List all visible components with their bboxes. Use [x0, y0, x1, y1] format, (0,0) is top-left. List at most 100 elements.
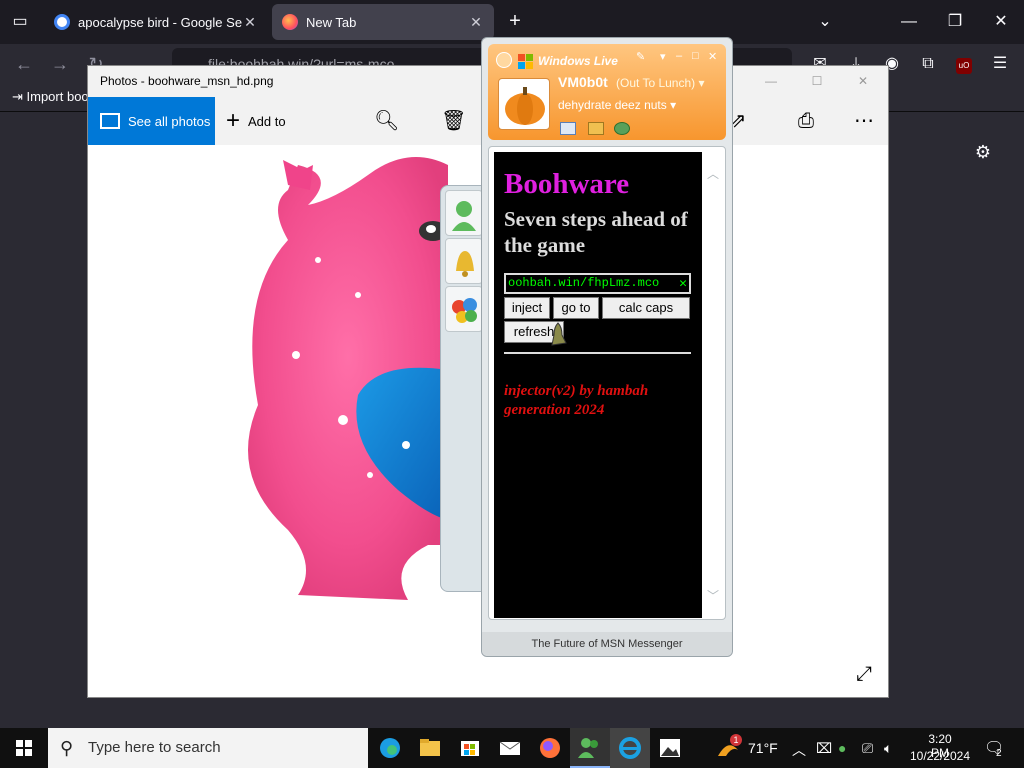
paint-icon[interactable]: ✎: [636, 50, 645, 63]
close-window-icon[interactable]: ✕: [986, 8, 1016, 36]
volume-icon[interactable]: 🔈︎: [884, 740, 892, 757]
scroll-down-icon[interactable]: ﹀: [707, 587, 719, 604]
msn-maximize-icon[interactable]: □: [692, 50, 699, 62]
contact-person-icon: [452, 201, 476, 231]
zoom-in-icon[interactable]: 🔍︎: [374, 109, 399, 133]
email-icon[interactable]: [560, 122, 576, 135]
bell-icon: [456, 251, 474, 277]
tab-new-tab[interactable]: New Tab ✕: [272, 4, 494, 40]
minimize-icon[interactable]: —: [894, 8, 924, 36]
import-bookmarks-link[interactable]: ⇥ Import boo: [12, 89, 89, 105]
scroll-up-icon[interactable]: ︿: [707, 165, 719, 182]
weather-badge: 1: [730, 734, 742, 746]
msn-tray-icon[interactable]: ●: [838, 740, 846, 756]
tab-list-icon[interactable]: ▭: [8, 10, 32, 34]
folder-icon[interactable]: [588, 122, 604, 135]
taskbar-search[interactable]: ⚲ Type here to search: [48, 728, 368, 768]
mail-taskbar-icon[interactable]: [490, 728, 530, 768]
clock-date[interactable]: 10/22/2024: [908, 749, 972, 763]
clear-icon[interactable]: ✕: [679, 275, 687, 292]
network-icon[interactable]: ⎚: [862, 740, 873, 757]
tab-close-icon[interactable]: ✕: [242, 14, 258, 31]
google-favicon-icon: [54, 14, 70, 30]
msn-footer: The Future of MSN Messenger: [482, 632, 732, 656]
tab-title: New Tab: [306, 14, 357, 30]
search-placeholder: Type here to search: [88, 739, 221, 756]
restore-icon[interactable]: ❐: [940, 8, 970, 36]
status-label: (Out To Lunch): [616, 76, 696, 90]
msn-options-icon[interactable]: ▾: [660, 50, 666, 63]
photo-gallery-icon: [100, 113, 120, 129]
see-all-label: See all photos: [128, 113, 211, 129]
ublock-icon[interactable]: uO: [952, 52, 976, 76]
delete-icon[interactable]: 🗑︎: [441, 109, 466, 133]
msn-menu-icon[interactable]: [496, 52, 512, 68]
back-arrow-icon[interactable]: ←: [12, 52, 36, 76]
forward-arrow-icon[interactable]: →: [48, 52, 72, 76]
calc-caps-button[interactable]: calc caps: [602, 297, 690, 319]
butterfly-icon: [452, 298, 477, 323]
personal-message-label: dehydrate deez nuts: [558, 98, 667, 112]
photos-maximize-icon[interactable]: ☐: [794, 66, 840, 97]
list-all-tabs-icon[interactable]: ⌄: [810, 8, 840, 36]
boohware-title: Boohware: [504, 168, 630, 200]
search-icon: ⚲: [60, 738, 74, 758]
print-icon[interactable]: ⎙: [794, 109, 818, 133]
taskbar: ⚲ Type here to search 1 71°F ︿ ⌧ ● ⎚ 🔈︎ …: [0, 728, 1024, 768]
credit-line-1: injector(v2) by hambah: [504, 383, 649, 399]
credit-line-2: generation 2024: [504, 402, 605, 418]
url-input[interactable]: oohbah.win/fhpLmz.mco ✕: [504, 273, 691, 294]
photos-close-icon[interactable]: ✕: [840, 66, 886, 97]
msn-header: Windows Live ✎ ▾ – □ ✕ VM0b0t (Out To Lu…: [488, 44, 726, 140]
windows-logo-icon: [16, 740, 32, 756]
tab-title: apocalypse bird - Google Search: [78, 14, 242, 30]
cursor-icon: [551, 322, 567, 346]
status-dropdown[interactable]: (Out To Lunch) ▾: [616, 76, 705, 90]
expand-icon[interactable]: ⤢: [852, 663, 876, 687]
file-explorer-taskbar-icon[interactable]: [410, 728, 450, 768]
see-all-photos-button[interactable]: See all photos: [88, 97, 215, 145]
menu-icon[interactable]: ☰: [988, 52, 1012, 76]
tab-google-search[interactable]: apocalypse bird - Google Search ✕: [44, 4, 268, 40]
more-options-icon[interactable]: ⋯: [852, 109, 876, 133]
side-contact-button[interactable]: [445, 190, 483, 236]
display-picture[interactable]: [498, 78, 550, 130]
divider: [504, 352, 691, 354]
side-shop-button[interactable]: [445, 286, 483, 332]
url-input-value: oohbah.win/fhpLmz.mco: [508, 276, 660, 290]
boohware-panel: Boohware Seven steps ahead of the game o…: [494, 152, 702, 618]
new-tab-button[interactable]: +: [503, 10, 527, 34]
show-hidden-icons[interactable]: ︿: [792, 740, 806, 760]
edge-taskbar-icon[interactable]: [370, 728, 410, 768]
personal-message[interactable]: dehydrate deez nuts ▾: [558, 98, 676, 112]
photos-taskbar-icon[interactable]: [650, 728, 690, 768]
camera-icon[interactable]: ⌧: [816, 740, 832, 757]
weather-temp[interactable]: 71°F: [748, 740, 778, 756]
plus-icon: +: [226, 107, 241, 134]
go-to-button[interactable]: go to: [553, 297, 599, 319]
store-taskbar-icon[interactable]: [450, 728, 490, 768]
spaces-icon[interactable]: [614, 122, 630, 135]
settings-gear-icon[interactable]: ⚙: [972, 142, 994, 164]
side-alert-button[interactable]: [445, 238, 483, 284]
msn-taskbar-icon[interactable]: [570, 728, 610, 768]
inject-button[interactable]: inject: [504, 297, 550, 319]
firefox-favicon-icon: [282, 14, 298, 30]
pumpkin-image: [505, 87, 545, 125]
start-button[interactable]: [0, 728, 48, 768]
windows-flag-icon: [518, 54, 533, 69]
display-name[interactable]: VM0b0t: [558, 74, 608, 90]
firefox-taskbar-icon[interactable]: [530, 728, 570, 768]
msn-messenger-window: Windows Live ✎ ▾ – □ ✕ VM0b0t (Out To Lu…: [481, 37, 733, 657]
ie-taskbar-icon[interactable]: [610, 728, 650, 768]
msn-quick-icons: [560, 120, 640, 138]
photos-minimize-icon[interactable]: —: [748, 66, 794, 97]
msn-close-icon[interactable]: ✕: [708, 50, 717, 63]
add-to-button[interactable]: + Add to: [226, 107, 286, 134]
add-to-label: Add to: [248, 113, 286, 129]
extensions-icon[interactable]: ⧉: [916, 52, 940, 76]
tab-close-icon[interactable]: ✕: [468, 14, 484, 31]
desktop: ▭ apocalypse bird - Google Search ✕ New …: [0, 0, 1024, 768]
msn-minimize-icon[interactable]: –: [676, 50, 682, 62]
injector-credit: injector(v2) by hambah generation 2024: [504, 382, 648, 420]
